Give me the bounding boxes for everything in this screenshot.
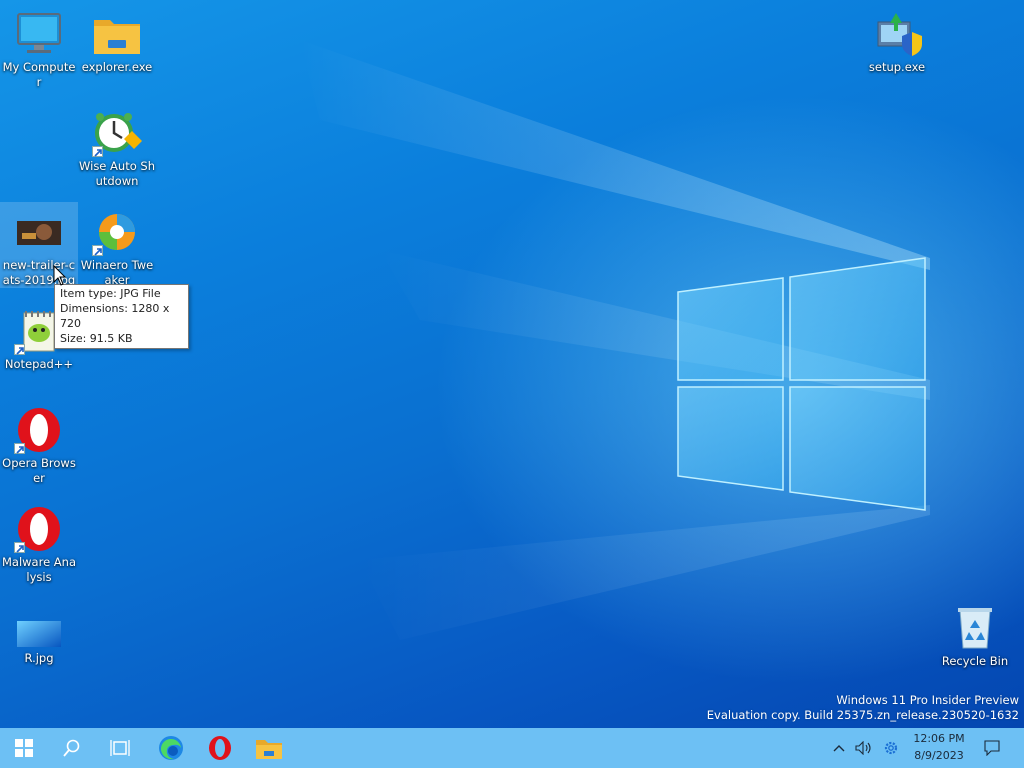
desktop-icon-opera-browser[interactable]: Opera Browser xyxy=(0,400,78,486)
settings-tray-button[interactable] xyxy=(878,728,904,768)
desktop-icon-label: setup.exe xyxy=(868,60,926,74)
tray-time: 12:06 PM xyxy=(913,732,965,745)
taskbar-opera[interactable] xyxy=(196,728,244,768)
tooltip-item-type: Item type: JPG File xyxy=(60,287,161,300)
desktop-icon-label: Malware Analysis xyxy=(1,555,77,584)
taskbar-edge[interactable] xyxy=(147,728,195,768)
desktop-icon-label: Notepad++ xyxy=(4,357,74,371)
shortcut-arrow-icon xyxy=(92,245,103,256)
shortcut-arrow-icon xyxy=(14,542,25,553)
task-view-button[interactable] xyxy=(96,728,144,768)
task-view-icon xyxy=(110,740,130,756)
desktop-icon-label: explorer.exe xyxy=(81,60,153,74)
desktop-icon-explorer-exe[interactable]: explorer.exe xyxy=(78,4,156,75)
desktop-icon-label: Opera Browser xyxy=(2,456,76,485)
installer-icon xyxy=(872,10,922,58)
opera-icon xyxy=(14,505,64,553)
desktop-icon-r-jpg[interactable]: R.jpg xyxy=(0,613,78,666)
notifications-button[interactable] xyxy=(976,728,1008,768)
desktop-icon-label: Wise Auto Shutdown xyxy=(79,159,155,188)
opera-icon xyxy=(209,736,231,760)
monitor-icon xyxy=(14,10,64,58)
recycle-bin-icon xyxy=(950,604,1000,652)
mouse-cursor-icon xyxy=(53,265,67,286)
speaker-icon xyxy=(855,741,871,755)
windows-start-icon xyxy=(15,739,33,757)
desktop-icon-malware-analysis[interactable]: Malware Analysis xyxy=(0,499,78,585)
search-button[interactable] xyxy=(48,728,96,768)
file-explorer-icon xyxy=(256,740,282,759)
notification-center-icon xyxy=(984,740,1000,756)
chevron-up-icon xyxy=(833,745,845,752)
taskbar: 12:06 PM 8/9/2023 xyxy=(0,728,1024,768)
evaluation-watermark: Windows 11 Pro Insider Preview Evaluatio… xyxy=(707,693,1019,723)
desktop-icon-label: R.jpg xyxy=(24,651,54,665)
opera-icon xyxy=(14,406,64,454)
desktop-icon-winaero-tweaker[interactable]: Winaero Tweaker xyxy=(78,202,156,288)
desktop-icon-recycle-bin[interactable]: Recycle Bin xyxy=(936,598,1014,669)
tooltip-dimensions: Dimensions: 1280 x 720 xyxy=(60,302,170,330)
shortcut-arrow-icon xyxy=(14,344,25,355)
watermark-build: Evaluation copy. Build 25375.zn_release.… xyxy=(706,708,1019,722)
shortcut-arrow-icon xyxy=(14,443,25,454)
image-thumbnail-icon xyxy=(14,208,64,256)
search-icon xyxy=(63,739,80,757)
clock-shutdown-icon xyxy=(92,109,142,157)
file-info-tooltip: Item type: JPG File Dimensions: 1280 x 7… xyxy=(54,284,189,349)
desktop-icon-setup-exe[interactable]: setup.exe xyxy=(858,4,936,75)
tray-date: 8/9/2023 xyxy=(914,749,964,762)
desktop-icon-label: Recycle Bin xyxy=(941,654,1009,668)
shortcut-arrow-icon xyxy=(92,146,103,157)
edge-icon xyxy=(159,736,183,760)
start-button[interactable] xyxy=(0,728,48,768)
desktop-icon-label: My Computer xyxy=(2,60,76,89)
gear-icon xyxy=(884,741,898,755)
desktop[interactable]: My Computer explorer.exe setup.exe Wise … xyxy=(0,0,1024,728)
folder-icon xyxy=(92,10,142,58)
winaero-icon xyxy=(92,208,142,256)
tray-clock[interactable]: 12:06 PM 8/9/2023 xyxy=(906,731,972,764)
desktop-icon-my-computer[interactable]: My Computer xyxy=(0,4,78,90)
taskbar-file-explorer[interactable] xyxy=(245,728,293,768)
image-thumbnail-icon xyxy=(14,615,64,649)
tooltip-size: Size: 91.5 KB xyxy=(60,332,133,345)
show-hidden-icons-button[interactable] xyxy=(826,728,852,768)
watermark-edition: Windows 11 Pro Insider Preview xyxy=(836,693,1019,707)
desktop-icon-wise-auto-shutdown[interactable]: Wise Auto Shutdown xyxy=(78,103,156,189)
volume-button[interactable] xyxy=(851,728,875,768)
